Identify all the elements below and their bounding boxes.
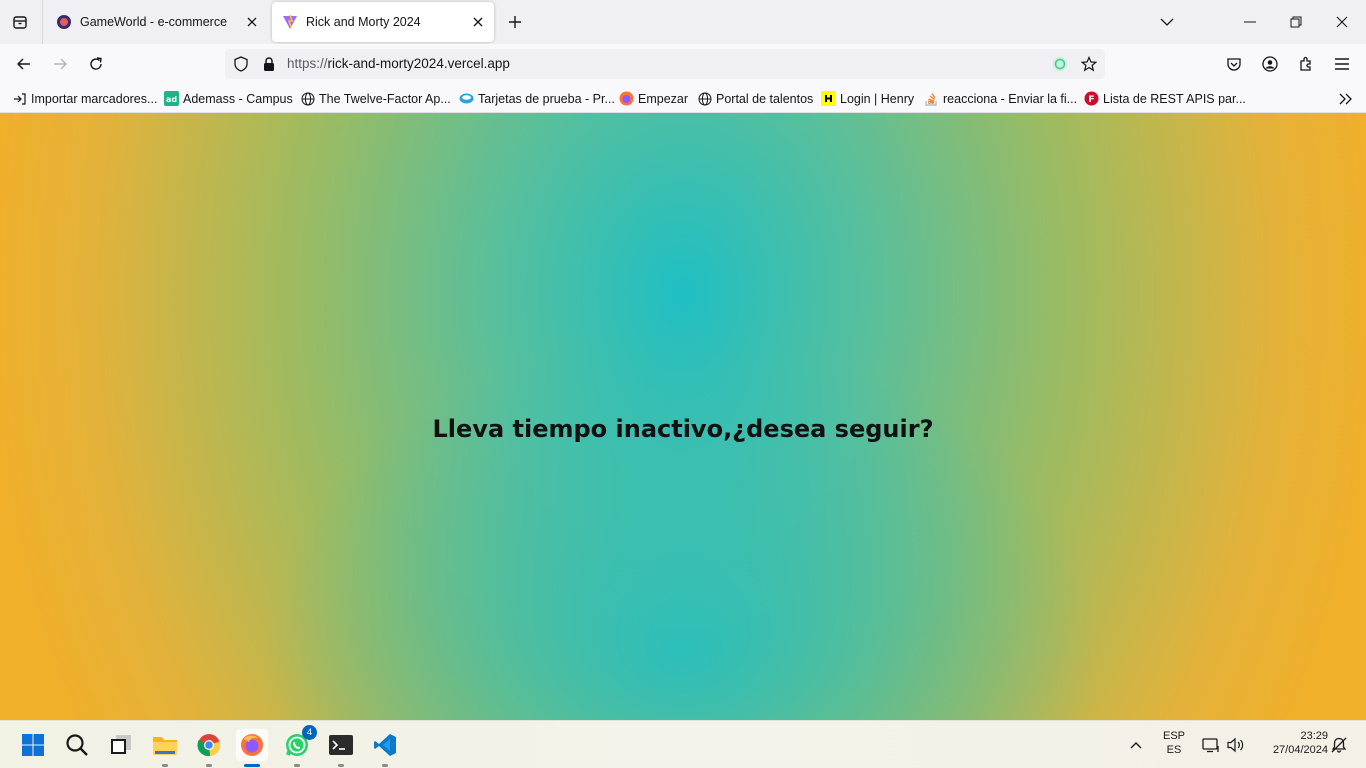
bookmark-star-icon[interactable] <box>1080 56 1098 72</box>
svg-text:F: F <box>1088 95 1094 105</box>
volume-icon[interactable] <box>1226 735 1246 755</box>
bookmarks-overflow-chevron-icon[interactable] <box>1336 89 1356 109</box>
bookmark-label: Lista de REST APIS par... <box>1103 91 1246 106</box>
terminal-icon[interactable] <box>325 729 357 767</box>
bookmark-label: Empezar <box>638 91 689 106</box>
close-window-icon[interactable] <box>1328 8 1356 36</box>
extensions-icon[interactable] <box>1292 50 1320 78</box>
file-explorer-icon[interactable] <box>149 729 181 767</box>
bookmark-portal-talentos[interactable]: Portal de talentos <box>697 90 813 107</box>
tab-gameworld[interactable]: GameWorld - e-commerce <box>46 2 268 42</box>
close-tab-icon[interactable] <box>466 10 490 34</box>
tab-title: Rick and Morty 2024 <box>306 15 421 29</box>
running-indicator <box>162 764 168 767</box>
idle-message: Lleva tiempo inactivo,¿desea seguir? <box>432 415 934 443</box>
language-code: ESP <box>1162 730 1185 742</box>
bookmark-label: The Twelve-Factor Ap... <box>319 91 451 106</box>
show-hidden-icons-chevron-icon[interactable] <box>1126 735 1146 755</box>
notification-badge: 4 <box>302 725 317 740</box>
page-content: Lleva tiempo inactivo,¿desea seguir? <box>0 113 1366 720</box>
bookmark-label: Portal de talentos <box>716 91 814 106</box>
url-host: rick-and-morty2024.vercel.app <box>327 56 510 71</box>
whatsapp-icon[interactable]: 4 <box>281 725 317 767</box>
running-indicator <box>206 764 212 767</box>
tab-title: GameWorld - e-commerce <box>80 15 228 29</box>
clock-time: 23:29 <box>1300 730 1328 742</box>
list-all-tabs-icon[interactable] <box>8 10 32 34</box>
running-indicator <box>382 764 388 767</box>
bookmark-rest-apis[interactable]: F Lista de REST APIS par... <box>1084 90 1246 107</box>
keyboard-layout-code: ES <box>1166 744 1182 756</box>
bookmarks-toolbar: Importar marcadores... ad Ademass - Camp… <box>0 84 1366 113</box>
bookmark-label: Tarjetas de prueba - Pr... <box>478 91 615 106</box>
reload-icon[interactable] <box>82 50 110 78</box>
new-tab-icon[interactable] <box>503 10 527 34</box>
firefox-icon <box>619 91 634 106</box>
back-icon[interactable] <box>10 50 38 78</box>
stackoverflow-icon <box>924 91 939 106</box>
active-indicator <box>244 764 260 767</box>
bookmark-tarjetas[interactable]: Tarjetas de prueba - Pr... <box>459 90 615 107</box>
tab-overflow-chevron-icon[interactable] <box>1153 8 1181 36</box>
notifications-icon[interactable] <box>1329 735 1349 755</box>
clock-date: 27/04/2024 <box>1272 744 1328 756</box>
tab-rick-and-morty[interactable]: Rick and Morty 2024 <box>272 2 494 42</box>
bookmark-label: Ademass - Campus <box>183 91 293 106</box>
lock-icon[interactable] <box>261 56 277 72</box>
task-view-icon[interactable] <box>105 729 137 761</box>
close-tab-icon[interactable] <box>240 10 264 34</box>
start-icon[interactable] <box>17 729 49 761</box>
bookmark-label: Importar marcadores... <box>31 91 158 106</box>
ademass-icon: ad <box>164 91 179 106</box>
app-menu-icon[interactable] <box>1328 50 1356 78</box>
url-bar[interactable]: https://rick-and-morty2024.vercel.app <box>225 49 1105 79</box>
tab-strip: GameWorld - e-commerce Rick and Morty 20… <box>0 0 1366 44</box>
bookmark-login-henry[interactable]: Login | Henry <box>821 90 914 107</box>
cards-icon <box>459 91 474 106</box>
vite-logo-icon <box>282 14 298 30</box>
network-icon[interactable] <box>1201 735 1221 755</box>
bookmark-ademass[interactable]: ad Ademass - Campus <box>164 90 293 107</box>
running-indicator <box>294 764 300 767</box>
account-icon[interactable] <box>1256 50 1284 78</box>
bookmark-twelve-factor[interactable]: The Twelve-Factor Ap... <box>300 90 451 107</box>
extension-status-icon[interactable] <box>1052 56 1068 72</box>
bookmark-importar[interactable]: Importar marcadores... <box>12 90 157 107</box>
running-indicator <box>338 764 344 767</box>
globe-icon <box>300 91 315 106</box>
bookmark-label: Login | Henry <box>840 91 915 106</box>
language-indicator[interactable]: ESP ES <box>1158 730 1190 756</box>
forward-icon[interactable] <box>46 50 74 78</box>
url-scheme: https:// <box>287 56 328 71</box>
bookmark-reacciona[interactable]: reacciona - Enviar la fi... <box>924 90 1077 107</box>
henry-icon <box>821 91 836 106</box>
import-icon <box>12 91 27 106</box>
gameworld-logo-icon <box>56 14 72 30</box>
search-icon[interactable] <box>61 729 93 761</box>
svg-text:ad: ad <box>166 95 177 104</box>
minimize-icon[interactable] <box>1236 8 1264 36</box>
chrome-icon[interactable] <box>193 729 225 767</box>
restore-icon[interactable] <box>1282 8 1310 36</box>
bookmark-empezar[interactable]: Empezar <box>619 90 688 107</box>
url-text[interactable]: https://rick-and-morty2024.vercel.app <box>287 56 510 71</box>
vscode-icon[interactable] <box>369 729 401 767</box>
bookmark-label: reacciona - Enviar la fi... <box>943 91 1078 106</box>
pocket-icon[interactable] <box>1220 50 1248 78</box>
firefox-taskbar-icon[interactable] <box>236 729 268 767</box>
navigation-toolbar: https://rick-and-morty2024.vercel.app <box>0 44 1366 84</box>
tab-separator <box>42 0 43 44</box>
windows-taskbar: 4 ESP ES 23:29 27/04/2024 <box>0 720 1366 768</box>
clock[interactable]: 23:29 27/04/2024 <box>1256 730 1328 756</box>
globe-icon <box>697 91 712 106</box>
tracking-protection-shield-icon[interactable] <box>233 56 249 72</box>
rest-apis-icon: F <box>1084 91 1099 106</box>
